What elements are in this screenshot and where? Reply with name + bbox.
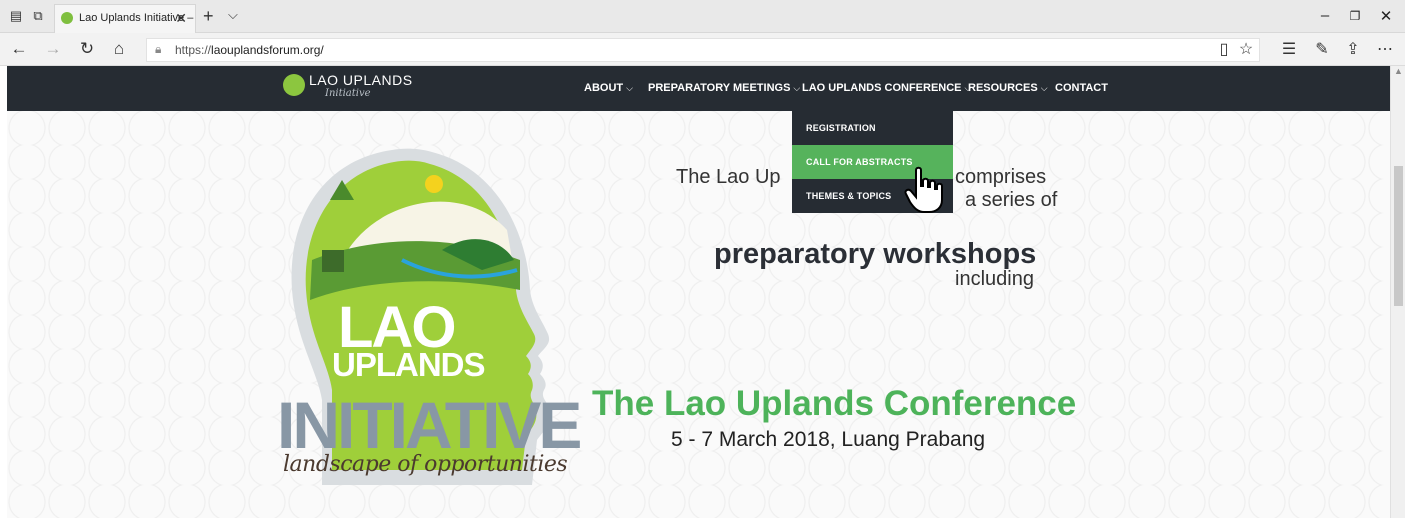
logo-initiative-text: INITIATIVE [277,388,582,462]
dropdown-item-registration[interactable]: REGISTRATION [792,111,953,145]
favorite-star-icon[interactable]: ☆ [1235,39,1257,59]
hero-text-line1: The Lao Up [676,166,781,188]
site-navbar: LAO UPLANDS Initiative ABOUT ⌵ PREPARATOR… [7,66,1390,111]
lock-icon: 🔒︎ [155,42,162,56]
scrollbar-thumb[interactable] [1394,166,1403,306]
hero-text-line2: a series of [965,189,1058,211]
chevron-down-icon: ⌵ [626,83,633,93]
dropdown-item-label: REGISTRATION [806,123,876,133]
browser-tab[interactable]: Lao Uplands Initiative – ✕ [54,4,196,33]
pen-icon[interactable]: ✎ [1311,39,1333,59]
chevron-down-icon: ⌵ [1040,83,1048,93]
conference-title: The Lao Uplands Conference [592,384,1077,423]
conference-date: 5 - 7 March 2018, Luang Prabang [671,428,986,451]
chevron-down-icon: ⌵ [793,83,801,93]
menu-about[interactable]: ABOUT ⌵ [584,82,633,94]
menu-contact[interactable]: CONTACT [1055,82,1108,94]
minimize-button[interactable]: – [1315,7,1335,24]
url-text: https://laouplandsforum.org/ [175,43,324,57]
favorites-list-icon[interactable]: ☰ [1278,39,1300,59]
site-logo-subtitle: Initiative [325,88,371,99]
menu-resources[interactable]: RESOURCES ⌵ [968,82,1048,94]
favicon-icon [61,12,73,24]
refresh-icon[interactable]: ↻ [76,38,98,60]
page-scrollbar[interactable]: ▲ [1390,66,1405,518]
tab-close-icon[interactable]: ✕ [175,10,187,27]
site-logo-title[interactable]: LAO UPLANDS [309,72,413,88]
address-toolbar: ← → ↻ ⌂ 🔒︎ https://laouplandsforum.org/ … [0,33,1405,66]
share-icon[interactable]: ⇪ [1342,39,1364,59]
logo-tagline: landscape of opportunities [283,452,568,477]
close-window-button[interactable]: ✕ [1376,7,1396,25]
hero-text-line1-end: comprises [955,166,1047,188]
scroll-up-arrow-icon[interactable]: ▲ [1394,66,1403,76]
forward-arrow-icon[interactable]: → [42,38,64,60]
logo-uplands-text: UPLANDS [332,346,486,383]
tab-actions-icon[interactable]: ▤ [8,9,24,23]
url-input[interactable]: 🔒︎ https://laouplandsforum.org/ [146,38,1260,62]
dropdown-item-label: CALL FOR ABSTRACTS [806,157,913,167]
more-menu-icon[interactable]: ⋯ [1374,39,1396,59]
dropdown-item-label: THEMES & TOPICS [806,191,892,201]
set-aside-tabs-icon[interactable]: ⧉ [30,9,46,23]
hand-pointer-icon [904,166,943,213]
menu-preparatory-meetings[interactable]: PREPARATORY MEETINGS ⌵ [648,82,800,94]
reading-view-icon[interactable]: ▯ [1213,39,1235,59]
home-icon[interactable]: ⌂ [108,38,130,60]
tab-list-chevron-icon[interactable]: ⌵ [228,7,238,23]
back-arrow-icon[interactable]: ← [8,38,30,60]
maximize-button[interactable]: ❐ [1345,9,1365,23]
hero-text-including: including [955,268,1034,290]
browser-tab-bar: ▤ ⧉ Lao Uplands Initiative – ✕ + ⌵ – ❐ ✕ [0,0,1405,33]
site-logo-icon[interactable] [283,74,305,96]
menu-lao-uplands-conference[interactable]: LAO UPLANDS CONFERENCE ⌵ [802,82,971,94]
new-tab-button[interactable]: + [203,6,214,27]
hero-heading-workshops: preparatory workshops [714,238,1037,270]
